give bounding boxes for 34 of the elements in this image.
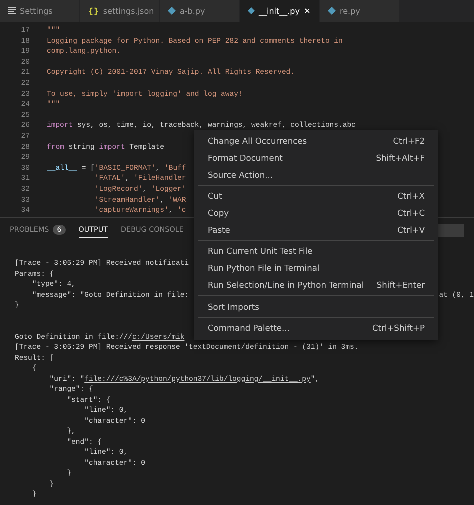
shortcut-label: Shift+Enter bbox=[376, 280, 425, 290]
shortcut-label: Shift+Alt+F bbox=[376, 153, 425, 164]
file-type-icon bbox=[248, 7, 255, 15]
menu-item[interactable]: Paste Ctrl+V bbox=[194, 221, 438, 238]
file-type-icon bbox=[328, 7, 336, 15]
shortcut-label: Ctrl+Shift+P bbox=[372, 323, 425, 334]
menu-item[interactable]: Source Action... bbox=[194, 166, 438, 184]
menu-item[interactable]: Run Current Unit Test File bbox=[194, 243, 438, 260]
shortcut-label: Ctrl+X bbox=[398, 191, 425, 202]
tab-label: re.py bbox=[340, 6, 360, 16]
editor-tab[interactable]: Settings bbox=[0, 0, 80, 22]
menu-item[interactable]: Run Python File in Terminal bbox=[194, 260, 438, 276]
shortcut-label: Ctrl+F2 bbox=[393, 136, 425, 146]
shortcut-label: Ctrl+C bbox=[397, 208, 425, 218]
menu-item[interactable]: Format Document Shift+Alt+F bbox=[194, 150, 438, 166]
editor-tab[interactable]: __init__.py bbox=[240, 0, 320, 22]
editor-tab[interactable]: a-b.py bbox=[160, 0, 240, 22]
menu-item[interactable]: Copy Ctrl+C bbox=[194, 204, 438, 222]
menu-item[interactable]: Change All Occurrences Ctrl+F2 bbox=[194, 133, 438, 150]
lines-icon bbox=[8, 7, 16, 15]
tab-label: Settings bbox=[20, 6, 53, 16]
shortcut-label: Ctrl+V bbox=[398, 224, 425, 235]
json-file-icon: {} bbox=[88, 6, 100, 16]
menu-item[interactable]: Run Selection/Line in Python Terminal Shift+Enter bbox=[194, 276, 438, 294]
tab-label: settings.json bbox=[103, 6, 154, 16]
menu-item[interactable]: Command Palette... Ctrl+Shift+P bbox=[194, 320, 438, 337]
file-type-icon bbox=[168, 7, 176, 15]
menu-item[interactable]: Sort Imports bbox=[194, 298, 438, 315]
tab-label: a-b.py bbox=[180, 6, 206, 16]
tab-label: __init__.py bbox=[258, 6, 300, 16]
editor-tab[interactable]: {} settings.json bbox=[80, 0, 160, 22]
close-icon[interactable] bbox=[304, 7, 311, 15]
editor-tab[interactable]: re.py bbox=[320, 0, 400, 22]
menu-item[interactable]: Cut Ctrl+X bbox=[194, 188, 438, 205]
